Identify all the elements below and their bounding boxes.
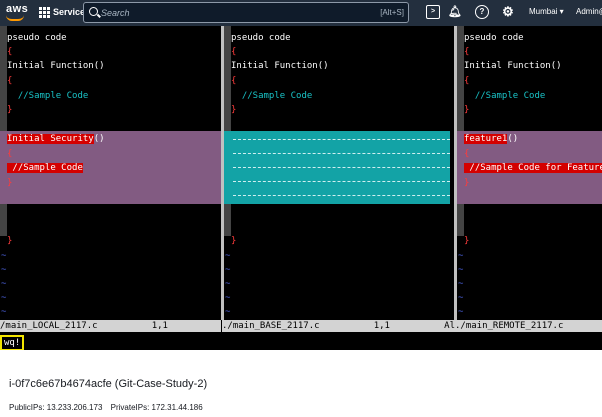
empty-line-marker: ~ [1, 279, 7, 289]
region-selector[interactable]: Mumbai ▾ [529, 7, 564, 16]
code-comment: //Sample Code [231, 91, 313, 101]
code-line: { [231, 47, 237, 57]
instance-ips: PublicIPs: 13.233.206.173 PrivateIPs: 17… [9, 403, 209, 412]
diff-line: } [7, 178, 13, 188]
empty-line-marker: ~ [458, 279, 464, 289]
status-line-remote: ./main_REMOTE_2117.c [455, 320, 602, 332]
diff-line: } [464, 178, 470, 188]
vim-command[interactable]: wq! [0, 335, 25, 350]
code-comment: //Sample Code [464, 91, 546, 101]
command-line[interactable]: wq! [0, 335, 602, 350]
help-icon[interactable]: ? [475, 5, 489, 19]
aws-top-bar: aws Services [Alt+S] > 🔔︎ ? ⚙︎ Mumbai ▾ … [0, 0, 602, 26]
diff-line: Initial Security() [0, 133, 221, 145]
account-menu[interactable]: Admin@ [576, 7, 602, 16]
code-line: } [464, 236, 470, 246]
diff-line: { [464, 149, 470, 159]
empty-line-marker: ~ [225, 307, 231, 317]
changed-text: feature1 [464, 134, 508, 144]
search-box[interactable]: [Alt+S] [83, 2, 409, 23]
services-grid-icon[interactable] [39, 7, 50, 18]
changed-text: //Sample Code for Feature 1 [464, 163, 602, 173]
code-line: pseudo code [231, 33, 291, 43]
empty-line-marker: ~ [1, 265, 7, 275]
code-line: } [464, 105, 470, 115]
filler-line [233, 195, 450, 196]
terminal-window[interactable]: pseudo code { Initial Function() { //Sam… [0, 26, 602, 350]
diff-line: //Sample Code [0, 162, 221, 174]
code-line: pseudo code [464, 33, 524, 43]
private-ip: PrivateIPs: 172.31.44.186 [110, 403, 203, 412]
code-line: { [464, 47, 470, 57]
code-line: } [7, 105, 13, 115]
instance-title: i-0f7c6e67b4674acfe (Git-Case-Study-2) [9, 378, 208, 390]
code-line: { [7, 47, 13, 57]
status-line-local: /main_LOCAL_2117.c 1,1 All [0, 320, 221, 332]
base-pane[interactable]: pseudo code { Initial Function() { //Sam… [224, 26, 450, 320]
remote-pane[interactable]: pseudo code { Initial Function() { //Sam… [457, 26, 602, 320]
code-text: () [507, 134, 519, 144]
empty-line-marker: ~ [458, 293, 464, 303]
code-text: () [93, 134, 105, 144]
cloudshell-icon[interactable]: > [426, 5, 440, 19]
diff-line: { [7, 149, 13, 159]
filler-line [233, 153, 450, 154]
changed-text: //Sample Code [7, 163, 83, 173]
aws-logo[interactable]: aws [5, 3, 29, 23]
code-line: Initial Function() [7, 61, 105, 71]
empty-line-marker: ~ [458, 307, 464, 317]
local-pane[interactable]: pseudo code { Initial Function() { //Sam… [0, 26, 221, 320]
empty-line-marker: ~ [225, 251, 231, 261]
changed-text: Initial Security [7, 134, 94, 144]
search-input[interactable] [101, 5, 301, 21]
code-line: Initial Function() [231, 61, 329, 71]
empty-line-marker: ~ [225, 265, 231, 275]
bell-icon[interactable]: 🔔︎ [448, 5, 462, 19]
code-line: pseudo code [7, 33, 67, 43]
aws-logo-text: aws [6, 3, 29, 15]
code-line: } [231, 105, 237, 115]
gear-icon[interactable]: ⚙︎ [501, 5, 515, 19]
code-line: } [231, 236, 237, 246]
empty-line-marker: ~ [1, 251, 7, 261]
empty-line-marker: ~ [1, 293, 7, 303]
search-icon [89, 7, 98, 16]
aws-smile-icon [6, 15, 24, 21]
code-comment: //Sample Code [7, 91, 89, 101]
status-line-base: ./main_BASE_2117.c 1,1 All [222, 320, 455, 332]
empty-line-marker: ~ [458, 251, 464, 261]
code-line: Initial Function() [464, 61, 562, 71]
public-ip: PublicIPs: 13.233.206.173 [9, 403, 103, 412]
code-line: { [7, 76, 13, 86]
empty-line-marker: ~ [225, 279, 231, 289]
filler-line [233, 181, 450, 182]
search-shortcut-hint: [Alt+S] [380, 8, 404, 17]
diff-line: //Sample Code for Feature 1 [457, 162, 602, 174]
filler-line [233, 139, 450, 140]
empty-line-marker: ~ [458, 265, 464, 275]
code-line: { [231, 76, 237, 86]
diff-line: feature1() [457, 133, 602, 145]
code-line: { [464, 76, 470, 86]
empty-line-marker: ~ [1, 307, 7, 317]
empty-line-marker: ~ [225, 293, 231, 303]
code-line: } [7, 236, 13, 246]
filler-line [233, 167, 450, 168]
